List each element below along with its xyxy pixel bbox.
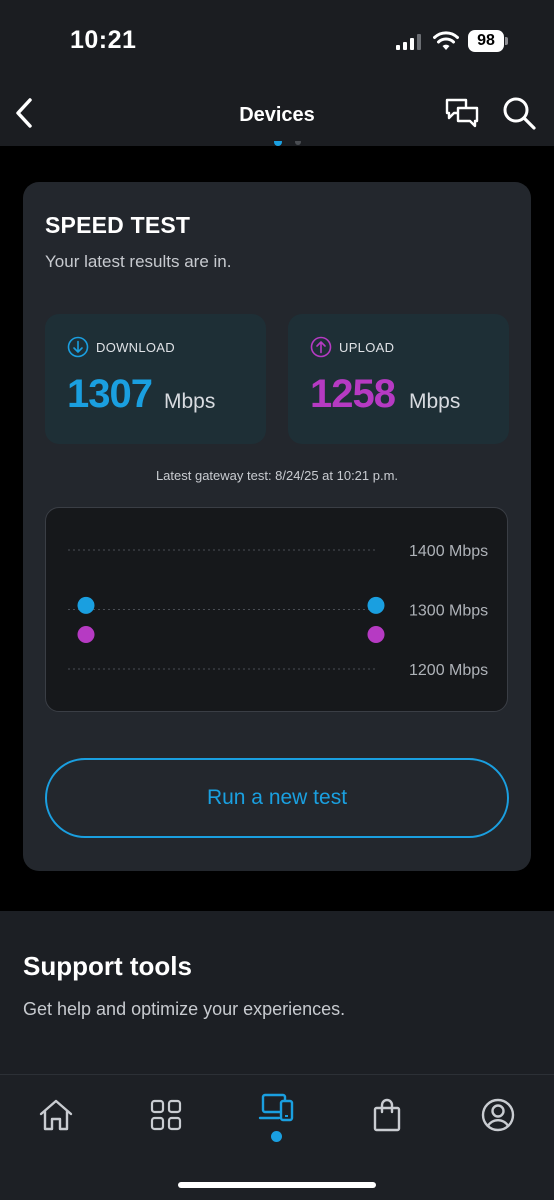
speed-test-subtitle: Your latest results are in. [45,252,232,271]
download-panel: DOWNLOAD 1307 Mbps [45,314,266,444]
search-icon[interactable] [500,94,538,132]
chart-plot: 1400 Mbps 1300 Mbps 1200 Mbps [68,543,488,679]
grid-icon[interactable] [146,1095,186,1135]
upload-data-point [367,625,385,643]
download-label: DOWNLOAD [96,340,175,355]
active-tab-indicator [271,1131,282,1142]
signal-icon [396,34,421,50]
download-data-point [77,596,95,614]
speed-history-chart: 1400 Mbps 1300 Mbps 1200 Mbps [45,507,508,712]
support-tools-subtitle: Get help and optimize your experiences. [23,999,346,1019]
shopping-bag-icon[interactable] [367,1095,407,1135]
run-new-test-button[interactable]: Run a new test [45,758,509,838]
support-tools-section: Support tools Get help and optimize your… [0,911,554,1074]
status-bar: 10:21 98 [0,0,554,80]
download-value: 1307 [67,372,153,416]
profile-icon[interactable] [478,1095,518,1135]
chart-y-tick-label: 1400 Mbps [409,543,488,560]
home-icon[interactable] [36,1095,76,1135]
upload-data-point [77,625,95,643]
upload-unit: Mbps [409,390,461,413]
upload-arrow-icon [310,336,332,358]
download-unit: Mbps [164,390,216,413]
speed-test-card: SPEED TEST Your latest results are in. D… [23,182,531,871]
chat-icon[interactable] [444,96,480,130]
status-time: 10:21 [70,26,137,54]
devices-icon[interactable] [257,1089,297,1129]
battery-level: 98 [468,30,504,52]
upload-panel: UPLOAD 1258 Mbps [288,314,509,444]
chart-y-tick-label: 1300 Mbps [409,603,488,620]
upload-label: UPLOAD [339,340,395,355]
download-arrow-icon [67,336,89,358]
upload-value: 1258 [310,372,396,416]
home-indicator [178,1182,376,1188]
bottom-tab-bar [0,1074,554,1200]
speed-test-title: SPEED TEST [45,212,191,238]
battery-icon: 98 [468,30,508,52]
page-indicator [274,141,301,146]
nav-header: Devices [0,80,554,146]
support-tools-title: Support tools [23,951,192,981]
download-data-point [367,596,385,614]
wifi-icon [433,31,459,50]
chart-y-tick-label: 1200 Mbps [409,662,488,679]
latest-test-timestamp: Latest gateway test: 8/24/25 at 10:21 p.… [155,468,399,483]
